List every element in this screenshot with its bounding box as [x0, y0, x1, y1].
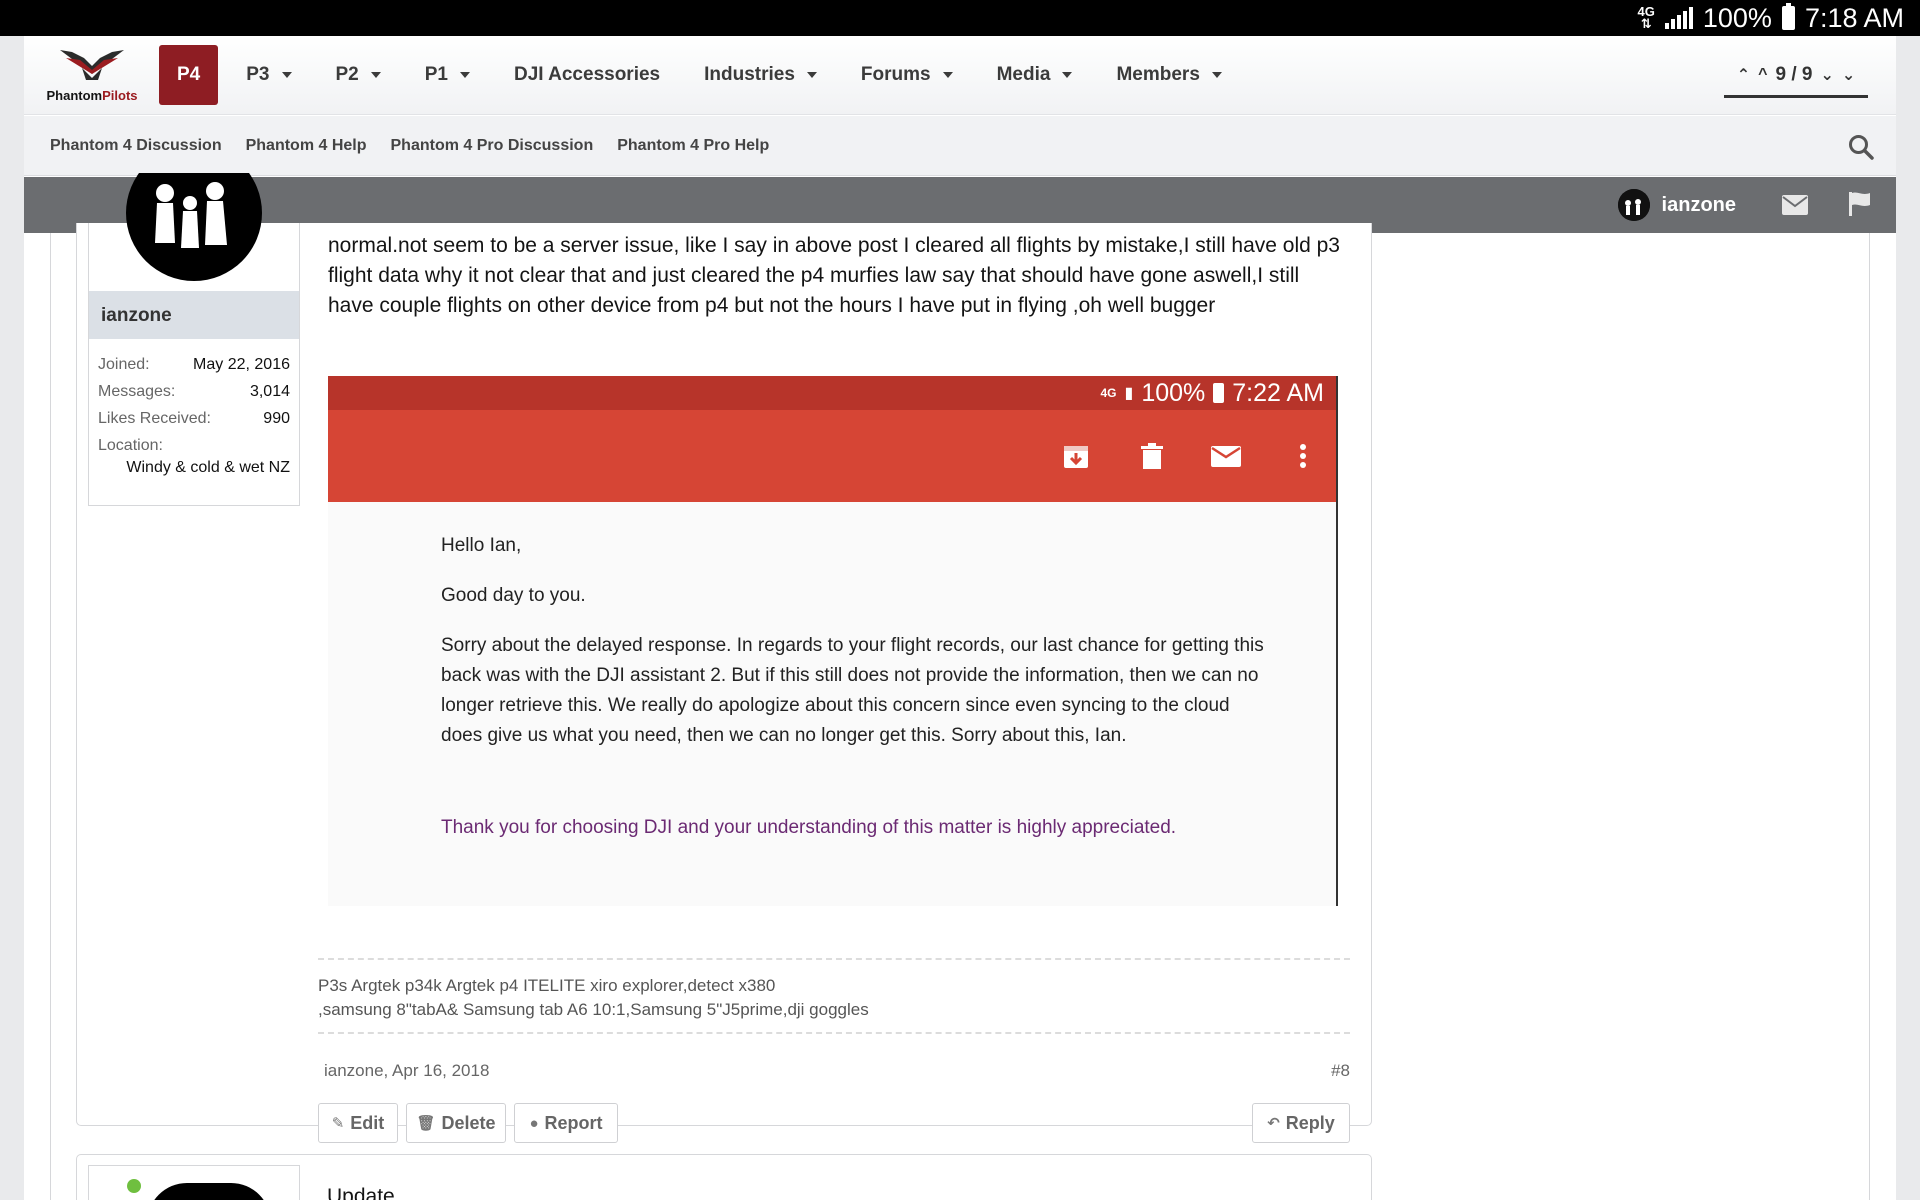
battery-icon: [1781, 3, 1795, 30]
battery-icon: [1213, 383, 1225, 403]
more-vert-icon: [1300, 444, 1306, 468]
post-text: normal.not seem to be a server issue, li…: [328, 234, 1340, 317]
page-indicator[interactable]: 9 / 9: [1775, 64, 1812, 86]
last-page-icon[interactable]: ⌄: [1842, 65, 1855, 85]
post-signature: P3s Argtek p34k Argtek p4 ITELITE xiro e…: [318, 958, 1350, 1034]
archive-icon: [1064, 446, 1088, 468]
next-post-title: Update: [327, 1185, 395, 1200]
author-location: Windy & cold & wet NZ: [126, 459, 290, 476]
chevron-down-icon: [460, 72, 470, 78]
nav-item-p1[interactable]: P1: [403, 45, 492, 105]
site: PhantomPilots P4 P3 P2 P1 DJI Accessorie…: [24, 36, 1896, 1200]
mail-icon[interactable]: [1782, 195, 1808, 215]
nav-item-members[interactable]: Members: [1094, 45, 1243, 105]
online-indicator: [127, 1179, 141, 1193]
post-actions: ✎ Edit 🗑 Delete ● Report ↶ Reply: [318, 1103, 1350, 1143]
avatar: [1617, 189, 1650, 221]
author-stat-row: Likes Received: 990: [98, 409, 290, 427]
device-status-bar: 4G ⇅ 100% 7:18 AM: [0, 0, 1920, 36]
author-stat-row: Joined: May 22, 2016: [98, 355, 290, 373]
reply-button[interactable]: ↶ Reply: [1252, 1103, 1350, 1143]
nav-item-industries[interactable]: Industries: [682, 45, 839, 105]
screenshot-battery: 100%: [1141, 378, 1206, 407]
email-greeting: Hello Ian,: [441, 535, 522, 556]
thread-content: ianzone Joined: May 22, 2016 Messages: 3,0…: [50, 173, 1870, 1200]
post-meta: ianzone, Apr 16, 2018 #8: [324, 1061, 1350, 1081]
screenshot-network: 4G: [1100, 386, 1117, 400]
reply-icon: ↶: [1267, 1115, 1280, 1132]
attached-screenshot[interactable]: 4G ▮ 100% 7:22 AM Hello Ian, Good day to…: [328, 376, 1338, 906]
flag-icon[interactable]: [1848, 191, 1872, 217]
author-card: ianzone Joined: May 22, 2016 Messages: 3,0…: [88, 173, 300, 506]
nav-item-media[interactable]: Media: [975, 45, 1095, 105]
signature-line: P3s Argtek p34k Argtek p4 ITELITE xiro e…: [318, 976, 776, 995]
screenshot-status-bar: 4G ▮ 100% 7:22 AM: [328, 376, 1336, 410]
post-author-date[interactable]: ianzone, Apr 16, 2018: [324, 1061, 489, 1081]
post-8: ianzone Joined: May 22, 2016 Messages: 3,0…: [76, 173, 1372, 1143]
sub-nav: Phantom 4 Discussion Phantom 4 Help Phan…: [24, 116, 1896, 176]
nav-items: P4 P3 P2 P1 DJI Accessories Industries F…: [159, 45, 1244, 105]
alert-icon: ●: [529, 1114, 539, 1132]
author-stat-row: Location:: [98, 436, 163, 454]
network-icon: 4G ⇅: [1637, 4, 1655, 31]
next-page-icon[interactable]: ⌄: [1820, 65, 1833, 85]
nav-item-p3[interactable]: P3: [224, 45, 313, 105]
trash-icon: 🗑: [416, 1115, 436, 1132]
mail-icon: [1211, 446, 1241, 467]
wings-logo-icon: [60, 50, 124, 80]
email-paragraph: Sorry about the delayed response. In reg…: [441, 635, 1264, 746]
battery-percent: 100%: [1702, 2, 1772, 33]
author-stat-row: Messages: 3,014: [98, 382, 290, 400]
screenshot-toolbar: [328, 410, 1336, 502]
signal-icon: [1664, 7, 1693, 29]
report-button[interactable]: ● Report: [514, 1103, 618, 1143]
nav-item-p2[interactable]: P2: [314, 45, 403, 105]
chevron-down-icon: [1211, 72, 1222, 78]
prev-page-icon[interactable]: ^: [1758, 66, 1767, 84]
chevron-down-icon: [942, 72, 953, 78]
main-nav: PhantomPilots P4 P3 P2 P1 DJI Accessorie…: [24, 36, 1896, 115]
chevron-down-icon: [1062, 72, 1073, 78]
subnav-phantom4-help[interactable]: Phantom 4 Help: [246, 137, 367, 155]
screenshot-email-body: Hello Ian, Good day to you. Sorry about …: [441, 531, 1271, 863]
nav-item-forums[interactable]: Forums: [839, 45, 975, 105]
author-name[interactable]: ianzone: [89, 291, 299, 339]
subnav-phantom4-pro-help[interactable]: Phantom 4 Pro Help: [617, 137, 769, 155]
screenshot-time: 7:22 AM: [1232, 378, 1324, 407]
signal-icon: ▮: [1124, 385, 1134, 402]
chevron-down-icon: [806, 72, 817, 78]
post-number[interactable]: #8: [1331, 1061, 1350, 1081]
email-thanks: Thank you for choosing DJI and your unde…: [441, 817, 1177, 838]
chevron-down-icon: [281, 72, 292, 78]
account-username: ianzone: [1661, 193, 1736, 216]
signature-line: ,samsung 8"tabA& Samsung tab A6 10:1,Sam…: [318, 1000, 869, 1019]
chevron-down-icon: [370, 72, 381, 78]
search-icon[interactable]: [1848, 134, 1874, 160]
delete-icon: [1141, 443, 1163, 469]
edit-button[interactable]: ✎ Edit: [318, 1103, 398, 1143]
author-avatar[interactable]: [125, 173, 263, 283]
subnav-phantom4-pro-discussion[interactable]: Phantom 4 Pro Discussion: [391, 137, 594, 155]
page-jumper: ⌃ ^ 9 / 9 ⌄ ⌄: [1724, 54, 1868, 98]
nav-item-dji-accessories[interactable]: DJI Accessories: [492, 45, 682, 105]
subnav-phantom4-discussion[interactable]: Phantom 4 Discussion: [50, 137, 222, 155]
first-page-icon[interactable]: ⌃: [1737, 65, 1750, 85]
email-line: Good day to you.: [441, 585, 586, 606]
clock: 7:18 AM: [1804, 2, 1904, 33]
site-logo[interactable]: PhantomPilots: [42, 44, 142, 108]
next-post: Update: [76, 1154, 1372, 1200]
logo-text: PhantomPilots: [46, 88, 138, 103]
author-stats: Joined: May 22, 2016 Messages: 3,014 Likes…: [98, 351, 290, 483]
nav-item-p4[interactable]: P4: [159, 45, 219, 105]
delete-button[interactable]: 🗑 Delete: [406, 1103, 506, 1143]
pencil-icon: ✎: [331, 1115, 345, 1132]
account-menu[interactable]: ianzone: [1617, 187, 1736, 223]
